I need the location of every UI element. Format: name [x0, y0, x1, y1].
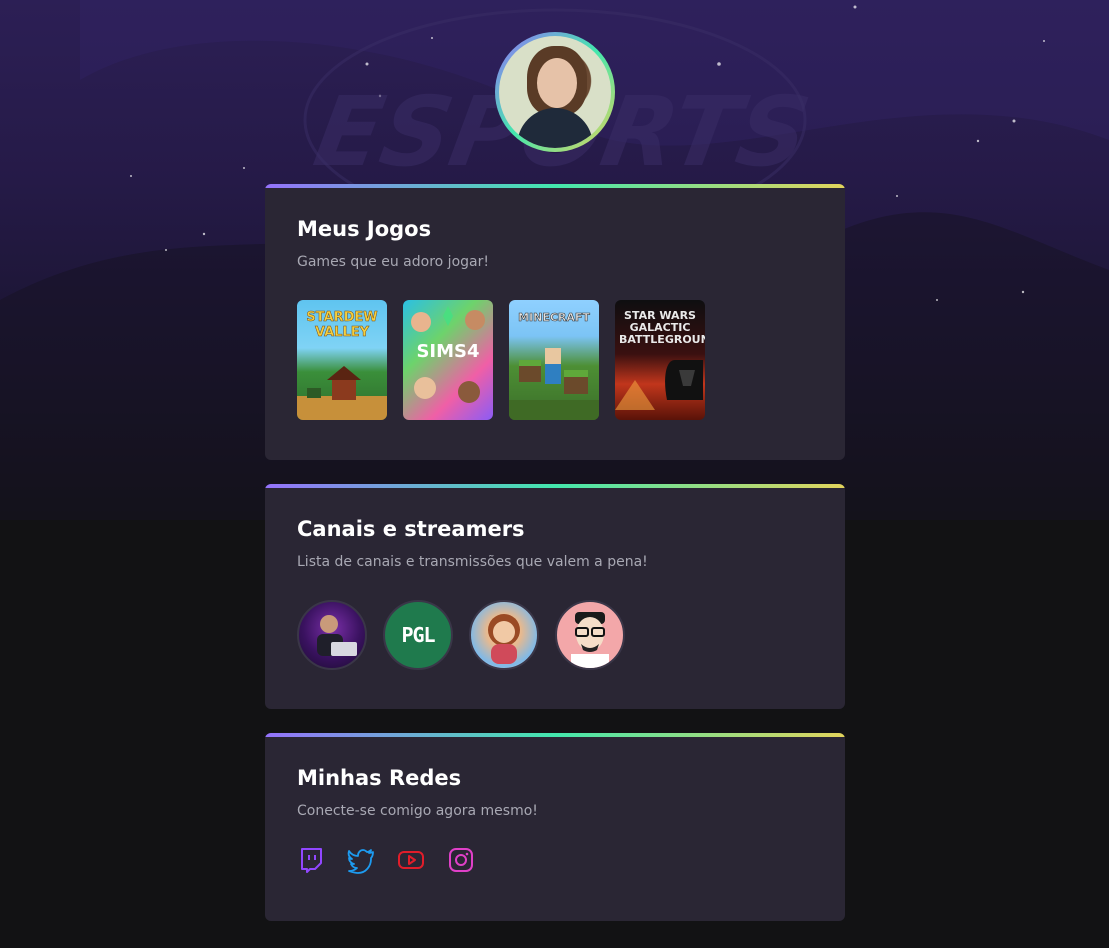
- channel-1-art: [317, 615, 357, 656]
- pgl-logo-text: PGL: [401, 623, 435, 647]
- avatar-photo: [499, 36, 611, 148]
- game-stardew-valley[interactable]: STARDEW VALLEY: [297, 300, 387, 420]
- channels-subtitle: Lista de canais e transmissões que valem…: [297, 554, 648, 570]
- starwars-art: [615, 360, 703, 410]
- channel-3-art: [488, 614, 520, 664]
- channels-card: Canais e streamers Lista de canais e tra…: [265, 484, 845, 709]
- channels-title: Canais e streamers: [297, 517, 525, 541]
- channel-streamer-1[interactable]: [297, 600, 367, 670]
- profile-avatar: [495, 32, 615, 152]
- game-star-wars-galactic-battlegrounds[interactable]: STAR WARS GALACTIC BATTLEGROUNDS: [615, 300, 705, 420]
- games-card: Meus Jogos Games que eu adoro jogar! STA…: [265, 184, 845, 460]
- youtube-icon[interactable]: [397, 846, 425, 874]
- instagram-icon[interactable]: [447, 846, 475, 874]
- games-subtitle: Games que eu adoro jogar!: [297, 254, 489, 270]
- social-subtitle: Conecte-se comigo agora mesmo!: [297, 803, 538, 819]
- twitter-icon[interactable]: [347, 846, 375, 874]
- channel-pgl[interactable]: PGL: [383, 600, 453, 670]
- channel-streamer-3[interactable]: [469, 600, 539, 670]
- stardew-art: [297, 366, 387, 420]
- channels-list: PGL: [297, 600, 625, 670]
- game-minecraft[interactable]: MINECRAFT: [509, 300, 599, 420]
- sims-art: [411, 306, 485, 403]
- game-sims4[interactable]: SIMS4: [403, 300, 493, 420]
- games-list: STARDEW VALLEY SIMS4 MINECRAFT STAR WARS…: [297, 300, 705, 420]
- social-card: Minhas Redes Conecte-se comigo agora mes…: [265, 733, 845, 921]
- twitch-icon[interactable]: [297, 846, 325, 874]
- games-title: Meus Jogos: [297, 217, 432, 241]
- channel-4-art: [571, 612, 609, 668]
- minecraft-art: [509, 348, 599, 420]
- channel-streamer-4[interactable]: [555, 600, 625, 670]
- social-title: Minhas Redes: [297, 766, 462, 790]
- social-links: [297, 846, 475, 874]
